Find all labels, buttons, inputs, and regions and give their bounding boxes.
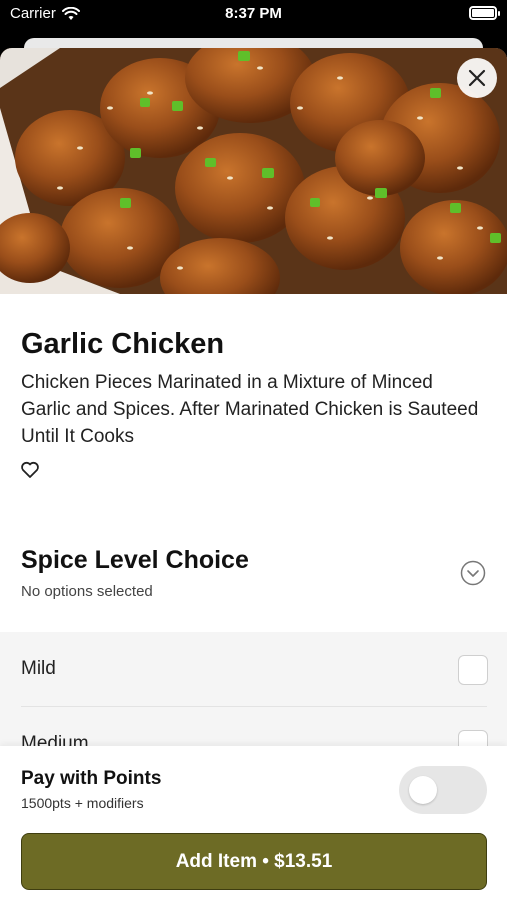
item-description: Chicken Pieces Marinated in a Mixture of…	[21, 372, 479, 447]
pay-with-points-toggle[interactable]	[399, 766, 487, 814]
heart-outline-icon[interactable]	[20, 460, 40, 480]
option-label: Mild	[21, 658, 56, 679]
spice-section-title: Spice Level Choice	[21, 546, 249, 574]
checkout-bar: Pay with Points 1500pts + modifiers Add …	[0, 746, 507, 900]
status-bar: Carrier 8:37 PM	[0, 0, 507, 30]
battery-icon	[469, 6, 500, 20]
toggle-knob	[409, 776, 437, 804]
chevron-down-circle-icon[interactable]	[460, 560, 486, 586]
item-title: Garlic Chicken	[21, 328, 225, 360]
spice-section-subtitle: No options selected	[21, 583, 153, 600]
option-checkbox[interactable]	[458, 655, 488, 685]
close-button[interactable]	[457, 58, 497, 98]
sesame-garlic-chicken-photo	[0, 48, 507, 294]
hero-image	[0, 48, 507, 294]
status-time: 8:37 PM	[225, 5, 282, 22]
add-item-button[interactable]: Add Item • $13.51	[21, 833, 487, 890]
close-icon	[468, 69, 486, 87]
item-detail-sheet: Garlic Chicken Chicken Pieces Marinated …	[0, 48, 507, 900]
option-row-mild[interactable]: Mild	[0, 632, 507, 707]
points-subtitle: 1500pts + modifiers	[21, 795, 144, 811]
points-title: Pay with Points	[21, 768, 162, 789]
battery-fill	[472, 9, 494, 17]
